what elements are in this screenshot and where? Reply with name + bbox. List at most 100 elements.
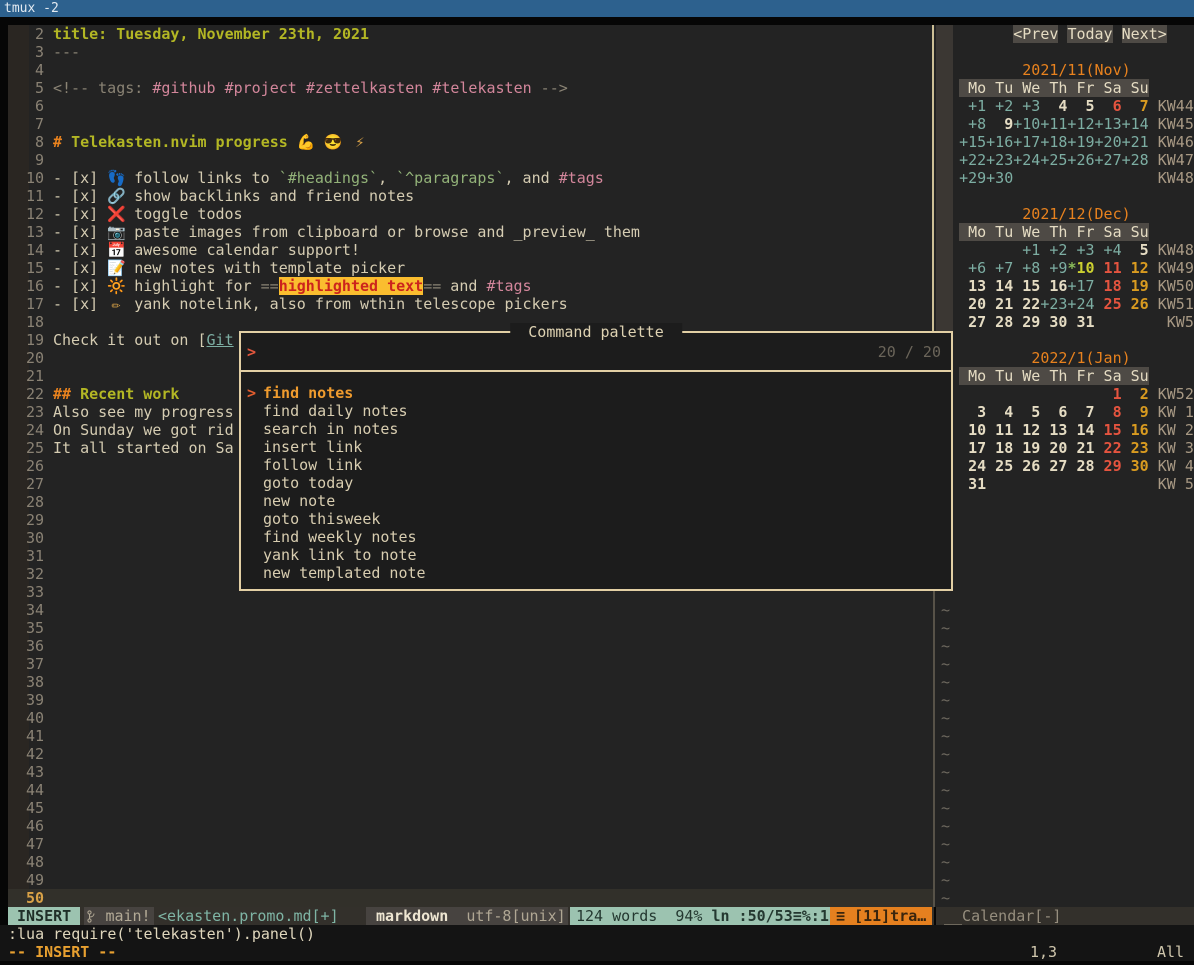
editor-line[interactable]: 2title: Tuesday, November 23th, 2021: [8, 25, 369, 43]
editor-line[interactable]: 16- [x] 🔆 highlight for ==highlighted te…: [8, 277, 532, 295]
editor-line[interactable]: 20: [8, 349, 53, 367]
palette-item[interactable]: find daily notes: [241, 402, 951, 420]
calendar-day-sunday[interactable]: 9: [1122, 403, 1149, 421]
calendar-day-saturday[interactable]: 25: [1095, 295, 1122, 313]
calendar-days-marked[interactable]: +1 +2 +3: [968, 97, 1040, 115]
editor-line[interactable]: 39: [8, 691, 53, 709]
calendar-row[interactable]: +22+23+24+25+26+27+28 KW47: [941, 151, 1194, 169]
editor-line[interactable]: 36: [8, 637, 53, 655]
calendar-day-sunday[interactable]: 2: [1140, 385, 1149, 403]
editor-line[interactable]: 14- [x] 📅 awesome calendar support!: [8, 241, 360, 259]
palette-item[interactable]: new note: [241, 492, 951, 510]
editor-line[interactable]: 42: [8, 745, 53, 763]
calendar-row[interactable]: 2021/12(Dec): [941, 205, 1131, 223]
editor-line[interactable]: 26: [8, 457, 53, 475]
editor-line[interactable]: 6: [8, 97, 53, 115]
palette-item[interactable]: goto thisweek: [241, 510, 951, 528]
calendar-row[interactable]: +6 +7 +8 +9*10 11 12 KW49: [941, 259, 1194, 277]
window-separator-top[interactable]: [932, 25, 934, 332]
editor-line[interactable]: 35: [8, 619, 53, 637]
window-separator-bottom[interactable]: [933, 591, 935, 907]
command-line[interactable]: :lua require('telekasten').panel(): [8, 925, 315, 943]
calendar-days-marked[interactable]: +23+24: [1040, 295, 1094, 313]
tag[interactable]: #tags: [559, 169, 604, 187]
calendar-day-sunday[interactable]: 19: [1122, 277, 1149, 295]
editor-line[interactable]: 21: [8, 367, 53, 385]
calendar-row[interactable]: 31 KW 5: [941, 475, 1194, 493]
editor-line[interactable]: 46: [8, 817, 53, 835]
palette-item[interactable]: insert link: [241, 438, 951, 456]
calendar-day-saturday[interactable]: 15: [1095, 421, 1122, 439]
calendar-days-marked[interactable]: +29+30: [959, 169, 1013, 187]
calendar-day-sunday[interactable]: 23: [1122, 439, 1149, 457]
tag[interactable]: #tags: [486, 277, 531, 295]
calendar-row[interactable]: 2021/11(Nov): [941, 61, 1131, 79]
editor-line[interactable]: 49: [8, 871, 53, 889]
calendar-days[interactable]: 24 25 26 27 28: [959, 457, 1094, 475]
editor-line[interactable]: 19Check it out on [Git: [8, 331, 234, 349]
editor-line[interactable]: 50: [8, 889, 53, 907]
calendar-row[interactable]: 2022/1(Jan): [941, 349, 1131, 367]
calendar-row[interactable]: Mo Tu We Th Fr Sa Su: [941, 367, 1149, 385]
calendar-days[interactable]: 13 14 15 16: [959, 277, 1067, 295]
editor-line[interactable]: 33: [8, 583, 53, 601]
editor-line[interactable]: 10- [x] 👣 follow links to `#headings`, `…: [8, 169, 604, 187]
editor-line[interactable]: 29: [8, 511, 53, 529]
calendar-row[interactable]: 3 4 5 6 7 8 9 KW 1: [941, 403, 1194, 421]
editor-line[interactable]: 30: [8, 529, 53, 547]
editor-line[interactable]: 40: [8, 709, 53, 727]
calendar-days[interactable]: 17 18 19 20 21: [959, 439, 1094, 457]
tag[interactable]: #zettelkasten: [306, 79, 423, 97]
editor-line[interactable]: 5<!-- tags: #github #project #zettelkast…: [8, 79, 568, 97]
calendar-row[interactable]: 1 2 KW52: [941, 385, 1194, 403]
calendar-days[interactable]: 31: [959, 475, 986, 493]
calendar-days-marked[interactable]: +10+11+12+13+14: [1013, 115, 1148, 133]
calendar-day-sunday[interactable]: 12: [1122, 259, 1149, 277]
editor-line[interactable]: 45: [8, 799, 53, 817]
editor-line[interactable]: 34: [8, 601, 53, 619]
calendar-days-marked[interactable]: +6 +7 +8 +9: [968, 259, 1067, 277]
tag[interactable]: #project: [225, 79, 297, 97]
calendar-day-saturday[interactable]: 29: [1095, 457, 1122, 475]
calendar-days[interactable]: 9: [986, 115, 1013, 133]
editor-line[interactable]: 37: [8, 655, 53, 673]
calendar-row[interactable]: 17 18 19 20 21 22 23 KW 3: [941, 439, 1194, 457]
editor-line[interactable]: 23Also see my progress: [8, 403, 234, 421]
calendar-row[interactable]: +1 +2 +3 +4 5 KW48: [941, 241, 1194, 259]
calendar-days[interactable]: 10 11 12 13 14: [959, 421, 1094, 439]
calendar-days[interactable]: 3 4 5 6 7: [959, 403, 1094, 421]
link[interactable]: Git: [207, 331, 234, 349]
calendar-day-sunday[interactable]: 30: [1122, 457, 1149, 475]
palette-item[interactable]: goto today: [241, 474, 951, 492]
editor-line[interactable]: 9: [8, 151, 53, 169]
editor-line[interactable]: 48: [8, 853, 53, 871]
editor-line[interactable]: 31: [8, 547, 53, 565]
calendar-days[interactable]: 20 21 22: [959, 295, 1040, 313]
editor-line[interactable]: 4: [8, 61, 53, 79]
calendar-row[interactable]: 20 21 22+23+24 25 26 KW51: [941, 295, 1194, 313]
editor-line[interactable]: 13- [x] 📷 paste images from clipboard or…: [8, 223, 640, 241]
palette-item[interactable]: search in notes: [241, 420, 951, 438]
calendar-days[interactable]: 4 5: [1040, 97, 1094, 115]
editor-line[interactable]: 27: [8, 475, 53, 493]
editor-line[interactable]: 28: [8, 493, 53, 511]
editor-line[interactable]: 41: [8, 727, 53, 745]
calendar-days-marked[interactable]: +22+23+24+25+26+27+28: [959, 151, 1149, 169]
calendar-row[interactable]: 13 14 15 16+17 18 19 KW50: [941, 277, 1194, 295]
tag[interactable]: #github: [152, 79, 215, 97]
editor-line[interactable]: 8# Telekasten.nvim progress 💪 😎 ⚡: [8, 133, 369, 151]
calendar-row[interactable]: +8 9+10+11+12+13+14 KW45: [941, 115, 1194, 133]
calendar-button[interactable]: Next>: [1122, 25, 1167, 43]
palette-item[interactable]: find weekly notes: [241, 528, 951, 546]
palette-item[interactable]: >find notes: [241, 384, 951, 402]
calendar-day-today[interactable]: 10: [1076, 259, 1094, 277]
palette-item[interactable]: yank link to note: [241, 546, 951, 564]
calendar-day-saturday[interactable]: 11: [1095, 259, 1122, 277]
calendar-day-sunday[interactable]: 7: [1122, 97, 1149, 115]
calendar-day-sunday[interactable]: 26: [1122, 295, 1149, 313]
calendar-row[interactable]: +29+30 KW48: [941, 169, 1194, 187]
editor-line[interactable]: 12- [x] ❌ toggle todos: [8, 205, 243, 223]
calendar-days-marked[interactable]: +1 +2 +3 +4: [1022, 241, 1121, 259]
editor-line[interactable]: 32: [8, 565, 53, 583]
calendar-days[interactable]: 5: [1122, 241, 1149, 259]
